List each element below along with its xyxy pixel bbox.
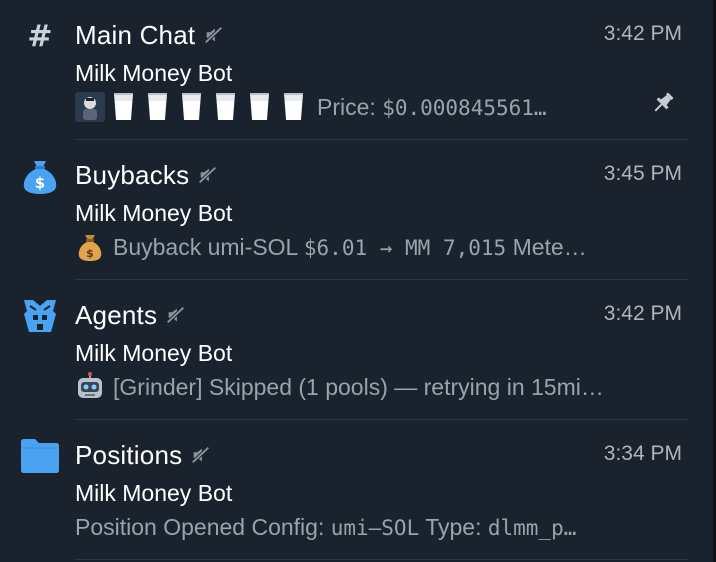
topic-title: Agents [75,299,158,330]
topic-positions[interactable]: Positions 3:34 PM Milk Money Bot Positio… [0,420,710,560]
preview-suffix: Type: [419,513,488,540]
pin-icon [654,92,674,112]
milk-glass-icon [182,92,201,120]
topic-title: Main Chat [75,19,196,50]
hash-icon: # [27,18,53,54]
preview-amount: $6.01 → MM 7,015 [303,235,507,260]
topic-time: 3:42 PM [603,302,682,325]
robot-emoji-icon [78,372,102,398]
preview-suffix: Mete… [506,233,587,260]
muted-icon [191,446,210,464]
money-bag-icon: $ [20,156,60,196]
preview-prefix: Price: [317,93,383,120]
milk-glass-icon [284,92,303,120]
folder-icon [20,436,60,476]
transformer-icon [20,296,60,336]
preview-type: dlmm_p… [487,515,577,540]
topic-preview: Price: $0.000845561… [75,92,690,122]
topic-sender: Milk Money Bot [75,200,233,226]
preview-prefix: Position Opened Config: [75,513,331,540]
svg-text:$: $ [86,247,94,260]
milk-glass-icon [148,92,167,120]
muted-icon [198,166,217,184]
milk-glass-icon [114,92,133,120]
preview-text: [Grinder] Skipped (1 pools) — retrying i… [113,373,604,400]
topic-time: 3:45 PM [603,162,682,185]
divider [75,559,688,560]
svg-text:$: $ [35,174,45,192]
topic-sender: Milk Money Bot [75,340,233,366]
topic-time: 3:34 PM [603,442,682,465]
preview-price: $0.000845561… [382,95,547,120]
preview-config: umi–SOL [330,515,420,540]
topic-preview: Position Opened Config: umi–SOL Type: dl… [75,512,690,542]
sticker-icon [75,92,105,122]
topic-preview: $ Buyback umi-SOL $6.01 → MM 7,015 Mete… [75,232,690,262]
topic-agents[interactable]: Agents 3:42 PM Milk Money Bot [Grinder] … [0,280,710,420]
muted-icon [166,306,185,324]
topic-title: Buybacks [75,159,190,190]
topic-preview: [Grinder] Skipped (1 pools) — retrying i… [75,372,690,402]
muted-icon [204,26,223,44]
topic-buybacks[interactable]: $ Buybacks 3:45 PM Milk Money Bot $ Buyb… [0,140,710,280]
topic-title: Positions [75,439,183,470]
preview-prefix: Buyback umi-SOL [113,233,304,260]
topic-sender: Milk Money Bot [75,60,233,86]
topic-list: # Main Chat 3:42 PM Milk Money Bot Price… [0,0,716,562]
milk-glass-icon [216,92,235,120]
milk-glass-icon [250,92,269,120]
topic-main-chat[interactable]: # Main Chat 3:42 PM Milk Money Bot Price… [0,0,710,140]
topic-time: 3:42 PM [603,22,682,45]
money-bag-emoji-icon: $ [78,235,102,261]
topic-sender: Milk Money Bot [75,480,233,506]
